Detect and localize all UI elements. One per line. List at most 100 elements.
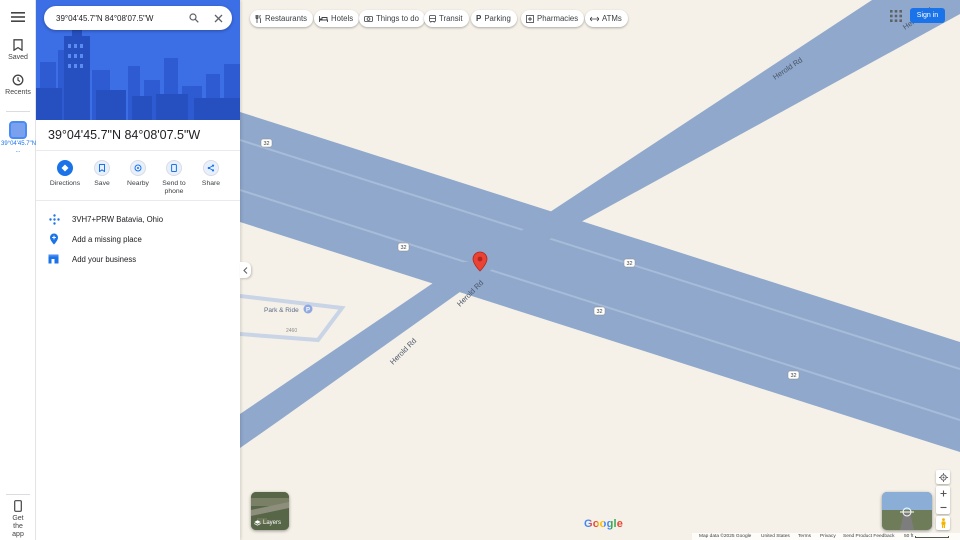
atm-icon — [590, 16, 599, 22]
add-location-icon — [36, 233, 72, 245]
google-logo-text: Google — [584, 518, 624, 530]
zoom-controls — [936, 486, 950, 514]
rail-recents-label: Recents — [5, 89, 31, 96]
rail-recent-place-button[interactable]: 39°04'45.7"N ... — [0, 121, 36, 155]
route-shield: 32 — [400, 245, 406, 251]
clear-search-button[interactable] — [210, 10, 226, 26]
bookmark-icon — [94, 160, 110, 176]
pharmacy-icon — [526, 14, 534, 23]
actions-divider — [36, 200, 240, 201]
map-canvas[interactable]: 32 32 32 32 32 Herold Rd Herold Rd Herol… — [239, 0, 960, 540]
zoom-out-button[interactable] — [936, 500, 950, 514]
layers-label: Layers — [263, 520, 282, 526]
add-business-row[interactable]: Add your business — [36, 249, 240, 269]
feedback-link[interactable]: Send Product Feedback — [843, 534, 894, 539]
send-to-phone-label: Send to phone — [162, 180, 186, 195]
action-bar: Directions Save Nearby Send to phone Sha… — [36, 160, 240, 200]
chip-restaurants[interactable]: Restaurants — [250, 10, 314, 27]
place-title: 39°04'45.7"N 84°08'07.5"W — [48, 128, 201, 142]
layers-button[interactable]: Layers — [251, 492, 289, 530]
chevron-left-icon — [243, 266, 248, 274]
directions-label: Directions — [49, 180, 81, 187]
street-view-thumbnail[interactable] — [882, 492, 932, 530]
directions-icon — [57, 160, 73, 176]
rail-divider — [6, 111, 30, 112]
chip-hotels-label: Hotels — [331, 14, 354, 23]
title-divider — [36, 150, 240, 151]
apps-grid-icon — [890, 10, 902, 22]
rail-recent-place-label: 39°04'45.7"N ... — [1, 141, 37, 154]
sign-in-button[interactable]: Sign in — [910, 8, 945, 23]
chip-atms-label: ATMs — [602, 14, 622, 23]
chip-parking-label: Parking — [484, 14, 511, 23]
pegman-button[interactable] — [936, 516, 950, 530]
my-location-icon — [938, 472, 948, 482]
route-shield: 32 — [626, 261, 632, 267]
search-input[interactable] — [56, 13, 182, 23]
search-box — [44, 6, 232, 30]
scale-label[interactable]: 50 ft — [904, 534, 913, 539]
route-shield: 32 — [790, 373, 796, 379]
chip-parking[interactable]: P Parking — [471, 10, 517, 27]
chip-hotels[interactable]: Hotels — [314, 10, 360, 27]
terms-link[interactable]: Terms — [798, 534, 811, 539]
add-missing-place-row[interactable]: Add a missing place — [36, 229, 240, 249]
search-icon — [189, 13, 199, 23]
address-number: 2460 — [286, 328, 297, 334]
save-label: Save — [94, 180, 110, 187]
chip-restaurants-label: Restaurants — [265, 14, 308, 23]
send-to-phone-button[interactable]: Send to phone — [156, 160, 192, 196]
add-business-text: Add your business — [72, 254, 137, 264]
chip-pharmacies-label: Pharmacies — [537, 14, 579, 23]
collapse-panel-button[interactable] — [240, 262, 251, 278]
parking-icon: P — [476, 14, 482, 23]
restaurant-icon — [255, 14, 262, 23]
left-rail: Saved Recents 39°04'45.7"N ... Get the a… — [0, 0, 36, 540]
share-button[interactable]: Share — [193, 160, 229, 188]
nearby-icon — [130, 160, 146, 176]
menu-icon — [11, 12, 25, 22]
share-label: Share — [201, 180, 221, 187]
save-button[interactable]: Save — [84, 160, 120, 188]
rail-saved-button[interactable]: Saved — [0, 39, 36, 61]
share-icon — [203, 160, 219, 176]
google-logo: Google — [584, 518, 623, 530]
recent-place-thumbnail — [9, 121, 27, 139]
plus-code-row[interactable]: 3VH7+PRW Batavia, Ohio — [36, 209, 240, 229]
map-data-attribution: Map data ©2025 Google — [699, 534, 752, 539]
svg-text:P: P — [306, 308, 310, 314]
chip-atms[interactable]: ATMs — [585, 10, 628, 27]
get-app-button[interactable]: Get the app — [0, 500, 36, 539]
map-footer: Map data ©2025 Google United States Term… — [692, 533, 960, 540]
scale-bar — [915, 536, 949, 538]
nearby-label: Nearby — [127, 180, 149, 187]
chip-transit-label: Transit — [439, 14, 463, 23]
close-icon — [214, 14, 222, 22]
route-shield: 32 — [596, 309, 602, 315]
park-ride-icon: P — [303, 304, 313, 314]
phone-icon — [166, 160, 182, 176]
minus-icon — [940, 506, 946, 508]
nearby-button[interactable]: Nearby — [120, 160, 156, 188]
transit-icon — [429, 14, 436, 23]
plus-icon — [940, 490, 946, 496]
chip-things-to-do-label: Things to do — [376, 14, 419, 23]
chip-transit[interactable]: Transit — [424, 10, 469, 27]
add-missing-place-text: Add a missing place — [72, 234, 142, 244]
directions-button[interactable]: Directions — [47, 160, 83, 188]
get-app-label: Get the app — [12, 515, 24, 538]
privacy-link[interactable]: Privacy — [820, 534, 836, 539]
menu-button[interactable] — [0, 11, 36, 26]
chip-things-to-do[interactable]: Things to do — [359, 10, 425, 27]
bookmark-icon — [13, 39, 23, 51]
rail-divider-bottom — [6, 494, 30, 495]
rail-recents-button[interactable]: Recents — [0, 74, 36, 96]
zoom-in-button[interactable] — [936, 486, 950, 500]
apps-button[interactable] — [890, 9, 902, 22]
country-link[interactable]: United States — [761, 534, 790, 539]
chip-pharmacies[interactable]: Pharmacies — [521, 10, 585, 27]
my-location-button[interactable] — [936, 470, 950, 484]
camera-icon — [364, 15, 373, 22]
search-button[interactable] — [186, 10, 202, 26]
street-view-preview — [882, 492, 932, 530]
